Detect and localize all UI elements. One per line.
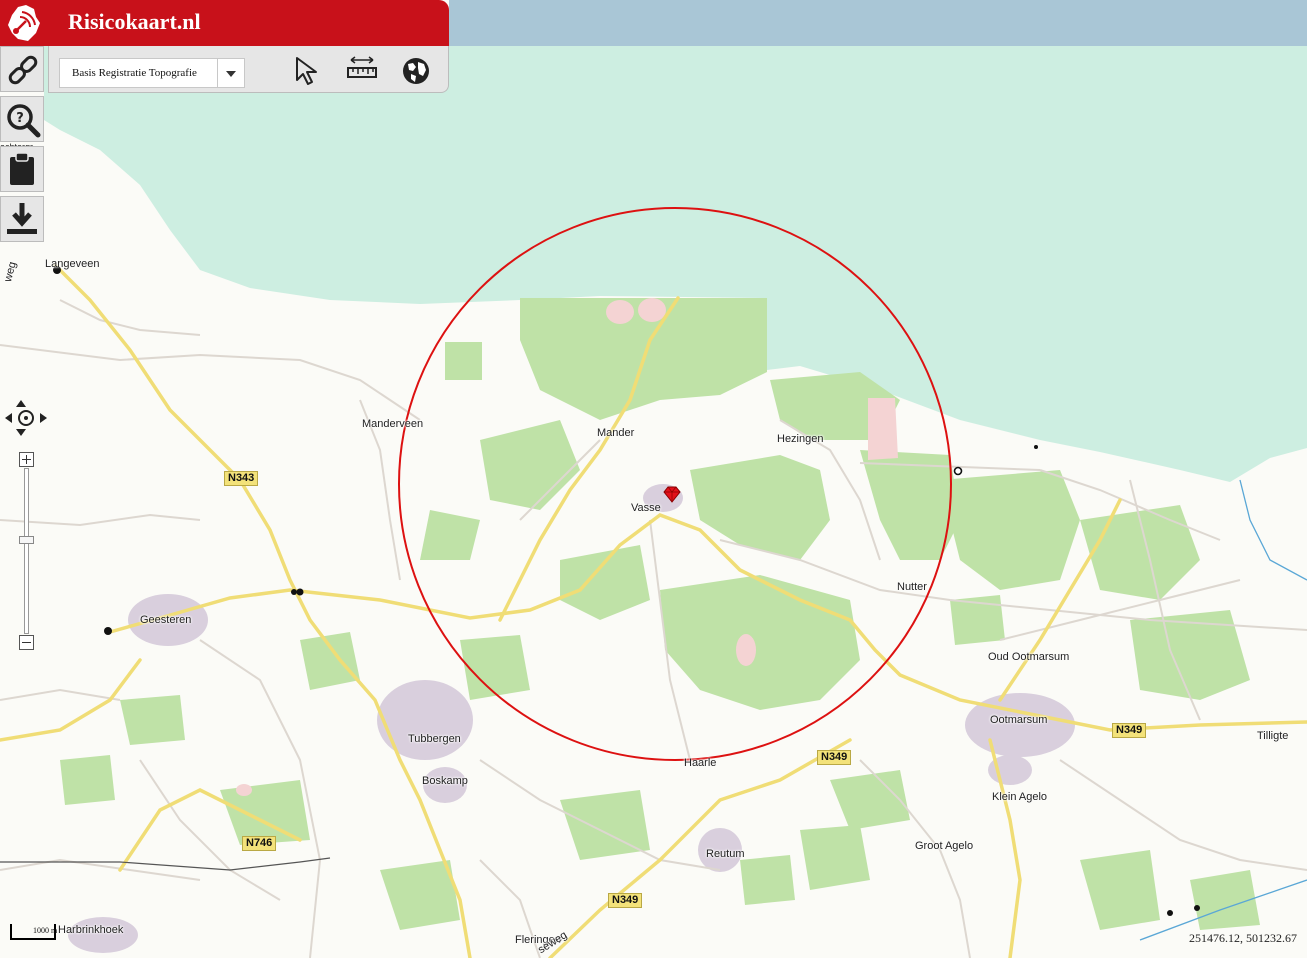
road-label: N349 (817, 750, 852, 765)
globe-icon[interactable] (399, 54, 433, 88)
search-help-icon: ? (7, 104, 41, 138)
place-label: Vasse (631, 502, 661, 514)
map-background-strip (449, 0, 1307, 46)
place-label: Tubbergen (408, 733, 461, 745)
download-button[interactable] (0, 196, 44, 242)
place-label: Ootmarsum (990, 714, 1048, 726)
zoom-in-button[interactable] (19, 452, 34, 467)
app-title[interactable]: Risicokaart.nl (68, 9, 201, 35)
base-layer-select-value: Basis Registratie Topografie (72, 67, 197, 79)
road-label: N746 (242, 836, 277, 851)
road-label: N349 (608, 893, 643, 908)
place-label: Harbrinkhoek (58, 924, 124, 936)
zoom-slider-track[interactable] (24, 468, 29, 634)
download-icon (7, 203, 37, 234)
place-label: Langeveen (45, 258, 100, 270)
zoom-out-button[interactable] (19, 635, 34, 650)
pan-control[interactable] (5, 396, 49, 440)
place-label: Klein Agelo (992, 791, 1048, 803)
svg-text:?: ? (16, 111, 24, 126)
measure-icon[interactable] (345, 52, 379, 86)
map-canvas[interactable] (0, 0, 1307, 958)
place-label: Groot Agelo (915, 840, 974, 852)
place-label: Tilligte (1257, 730, 1289, 742)
app-header: Risicokaart.nl (0, 0, 449, 46)
clipboard-icon (10, 152, 34, 185)
mouse-coordinates: 251476.12, 501232.67 (1189, 931, 1297, 945)
place-label: Manderveen (362, 418, 424, 430)
select-pointer-icon[interactable] (291, 54, 325, 88)
road-label: N343 (224, 471, 259, 486)
base-layer-select[interactable]: Basis Registratie Topografie (59, 58, 245, 88)
poi-ring (953, 466, 963, 476)
clipboard-button[interactable] (0, 146, 44, 192)
map-toolbar: Basis Registratie Topografie (48, 46, 449, 93)
place-label: Geesteren (140, 614, 192, 626)
place-label: Haarle (684, 757, 717, 769)
search-help-button[interactable]: ? (0, 96, 44, 142)
place-label: Reutum (706, 848, 745, 860)
link-button[interactable] (0, 46, 44, 92)
link-icon (8, 55, 38, 85)
zoom-slider-thumb[interactable] (19, 536, 34, 544)
chevron-down-icon[interactable] (217, 59, 244, 87)
place-label: Mander (597, 427, 635, 439)
place-label: Oud Ootmarsum (988, 651, 1070, 663)
place-label: Nutter (897, 581, 927, 593)
risicokaart-logo-icon[interactable] (4, 3, 46, 43)
scale-bar-label: 1000 m (33, 926, 58, 935)
pan-right-icon[interactable] (40, 413, 47, 423)
pan-left-icon[interactable] (5, 413, 12, 423)
road-label: N349 (1112, 723, 1147, 738)
place-label: Hezingen (777, 433, 824, 445)
place-label: Boskamp (422, 775, 468, 787)
pan-up-icon[interactable] (16, 400, 26, 407)
pan-down-icon[interactable] (16, 429, 26, 436)
